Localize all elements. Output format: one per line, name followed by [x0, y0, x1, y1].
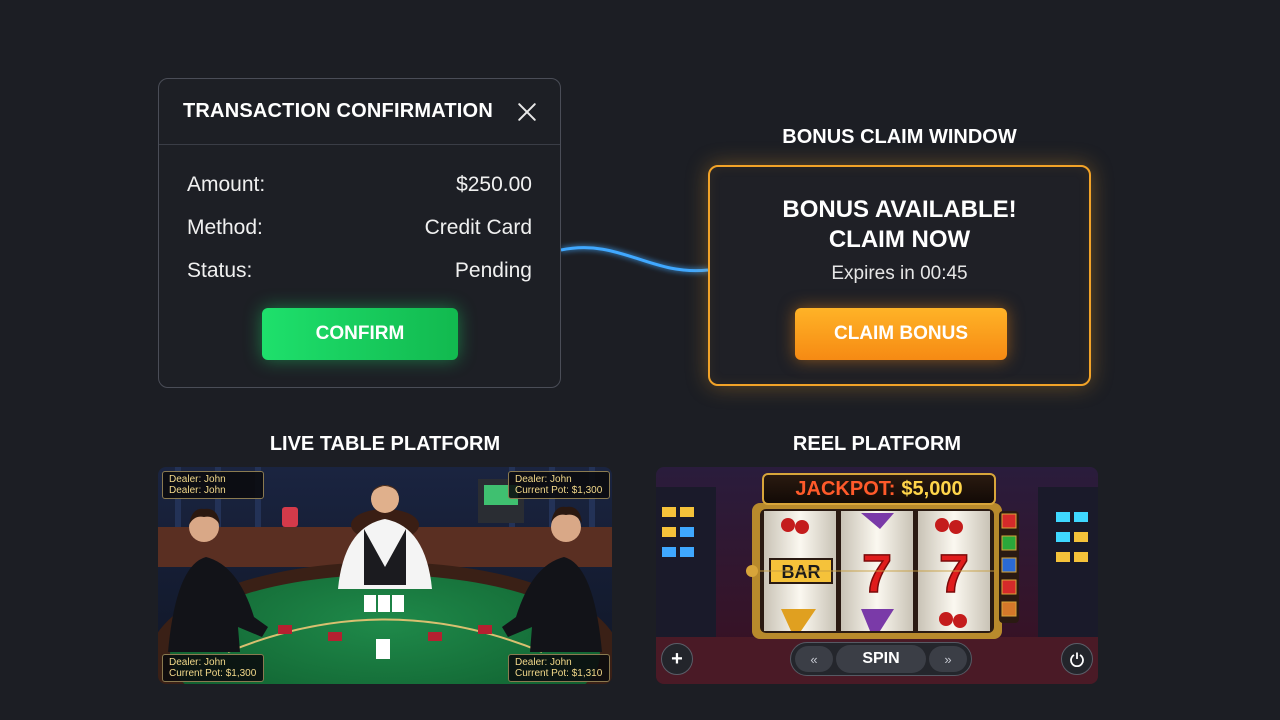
live-table-heading: LIVE TABLE PLATFORM: [269, 433, 501, 455]
transaction-dialog: TRANSACTION CONFIRMATION Amount: $250.00…: [158, 78, 561, 388]
live-table-panel[interactable]: Dealer: John Dealer: John Dealer: John C…: [158, 467, 612, 684]
transaction-row-amount: Amount: $250.00: [187, 163, 532, 206]
power-icon[interactable]: [1061, 643, 1093, 675]
dealer-tag-line: Dealer: John: [515, 657, 572, 668]
jackpot-display: JACKPOT: $5,000: [762, 473, 996, 505]
bonus-title-line2: CLAIM NOW: [828, 226, 971, 253]
bonus-heading: BONUS CLAIM WINDOW: [782, 126, 1017, 148]
dealer-tag-line: Dealer: John: [169, 485, 226, 496]
reel-platform-panel[interactable]: BAR 7 7 JACKPOT: $5,000 « SPIN » +: [656, 467, 1098, 684]
dealer-tag-line: Dealer: John: [515, 474, 572, 485]
transaction-row-method: Method: Credit Card: [187, 206, 532, 249]
spin-button[interactable]: SPIN: [836, 645, 926, 673]
dealer-tag-line: Current Pot: $1,310: [515, 668, 603, 679]
dealer-tag: Dealer: John Current Pot: $1,300: [162, 654, 264, 682]
bonus-expiry-timer: Expires in 00:45: [831, 263, 968, 284]
amount-label: Amount:: [187, 172, 266, 196]
transaction-row-status: Status: Pending: [187, 249, 532, 292]
jackpot-amount: $5,000: [901, 477, 963, 500]
jackpot-label: JACKPOT:: [795, 477, 896, 500]
power-icon-glyph: [1070, 652, 1084, 667]
status-value: Pending: [454, 258, 532, 282]
transaction-header: TRANSACTION CONFIRMATION: [159, 79, 560, 145]
status-label: Status:: [187, 258, 253, 282]
bonus-title-line1: BONUS AVAILABLE!: [782, 196, 1017, 223]
dealer-tag-line: Current Pot: $1,300: [169, 668, 257, 679]
close-icon[interactable]: [516, 101, 538, 123]
rewind-icon[interactable]: «: [795, 646, 833, 672]
transaction-title: TRANSACTION CONFIRMATION: [183, 100, 493, 122]
method-label: Method:: [187, 215, 263, 239]
transaction-details: Amount: $250.00 Method: Credit Card Stat…: [159, 145, 560, 292]
dealer-tag: Dealer: John Current Pot: $1,310: [508, 654, 610, 682]
spin-control-bar: « SPIN »: [790, 642, 972, 676]
method-value: Credit Card: [424, 215, 532, 239]
dealer-tag-line: Current Pot: $1,300: [515, 485, 603, 496]
reel-symbol-seven: 7: [939, 544, 969, 604]
reel-platform-heading: REEL PLATFORM: [792, 433, 962, 455]
plus-icon[interactable]: +: [661, 643, 693, 675]
reel-symbol-seven: 7: [862, 544, 892, 604]
dealer-tag: Dealer: John Current Pot: $1,300: [508, 471, 610, 499]
fast-forward-icon[interactable]: »: [929, 646, 967, 672]
dealer-tag-line: Dealer: John: [169, 657, 226, 668]
dealer-tag-line: Dealer: John: [169, 474, 226, 485]
bonus-window: BONUS AVAILABLE! CLAIM NOW Expires in 00…: [708, 165, 1091, 386]
live-table-scene: [158, 467, 612, 684]
dealer-tag: Dealer: John Dealer: John: [162, 471, 264, 499]
reel-symbol-bar: BAR: [782, 562, 821, 582]
amount-value: $250.00: [456, 172, 532, 196]
confirm-button[interactable]: CONFIRM: [262, 308, 458, 360]
claim-bonus-button[interactable]: CLAIM BONUS: [795, 308, 1007, 360]
